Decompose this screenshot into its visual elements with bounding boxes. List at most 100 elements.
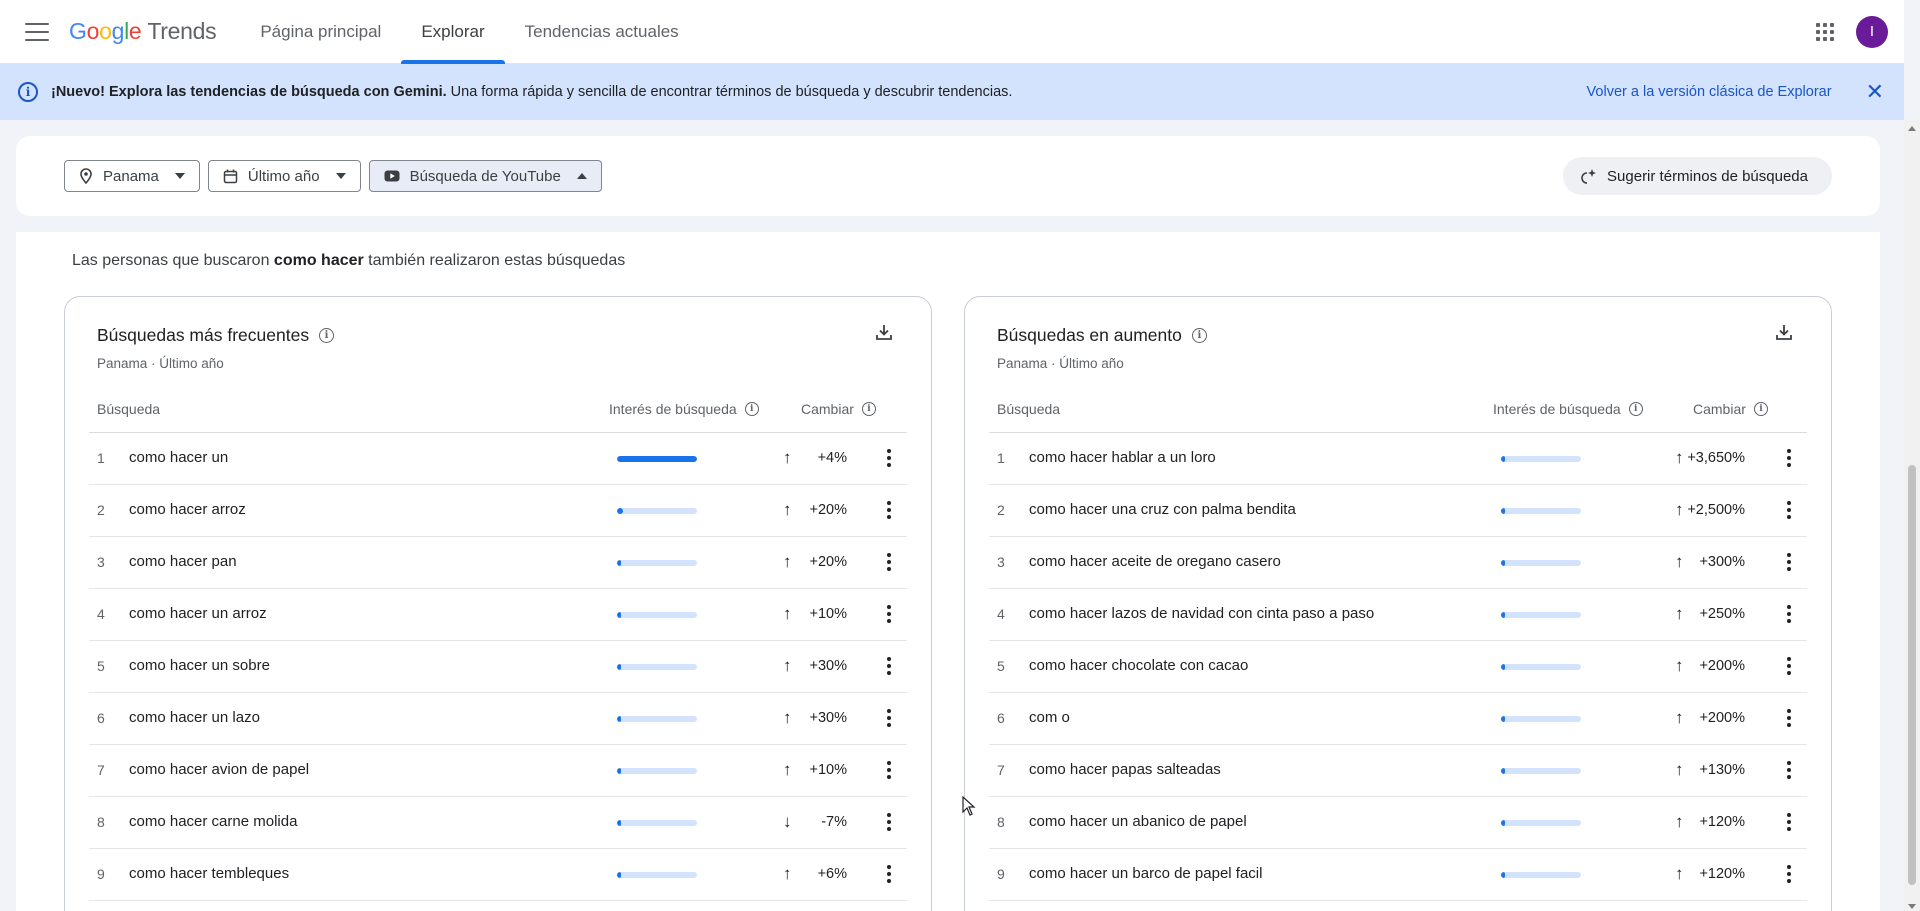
sparkle-icon [1581,168,1597,184]
info-icon[interactable]: i [861,402,876,416]
row-term: como hacer papas salteadas [1029,761,1221,778]
more-vertical-icon[interactable] [1787,709,1791,727]
time-filter[interactable]: Último año [207,160,361,192]
row-change: +20% [809,502,848,518]
row-term: como hacer una cruz con palma bendita [1029,501,1296,518]
more-vertical-icon[interactable] [1787,605,1791,623]
more-vertical-icon[interactable] [1787,501,1791,519]
apps-grid-icon[interactable] [1816,22,1834,41]
more-vertical-icon[interactable] [887,709,891,727]
table-row[interactable]: 7 como hacer papas salteadas ↑ +130% [989,745,1807,797]
download-icon[interactable] [875,323,893,346]
more-vertical-icon[interactable] [887,449,891,467]
table-row[interactable]: 5 como hacer un sobre ↑ +30% [89,641,907,693]
related-queries-note: Las personas que buscaron como hacer tam… [72,252,625,270]
row-term: como hacer lazos de navidad con cinta pa… [1029,605,1375,622]
more-vertical-icon[interactable] [887,553,891,571]
more-vertical-icon[interactable] [887,865,891,883]
table-header: Búsqueda Interés de búsqueda i Cambiar i [989,385,1807,433]
more-vertical-icon[interactable] [1787,865,1791,883]
info-icon[interactable]: i [1753,402,1768,416]
table-row[interactable]: 9 como hacer un barco de papel facil ↑ +120… [989,849,1807,901]
related-queries-section: Las personas que buscaron como hacer tam… [16,232,1880,911]
interest-bar [617,872,697,878]
table-row[interactable]: 9 como hacer tembleques ↑ +6% [89,849,907,901]
filter-bar: Panama Último año Búsqueda de YouTube Su… [16,136,1880,216]
interest-bar [1501,612,1581,618]
location-filter[interactable]: Panama [64,160,200,192]
more-vertical-icon[interactable] [887,501,891,519]
avatar[interactable]: I [1856,15,1888,48]
table-row[interactable]: 5 como hacer chocolate con cacao ↑ +200% [989,641,1807,693]
google-trends-logo[interactable]: Google Trends [69,18,217,45]
table-row[interactable]: 4 como hacer un arroz ↑ +10% [89,589,907,641]
row-term: como hacer un sobre [129,657,270,674]
col-change: Cambiar i [801,401,876,417]
info-icon[interactable]: i [744,402,759,416]
more-vertical-icon[interactable] [887,813,891,831]
property-filter[interactable]: Búsqueda de YouTube [368,160,602,192]
more-vertical-icon[interactable] [1787,553,1791,571]
table-row[interactable]: 1 como hacer un ↑ +4% [89,433,907,485]
related-term: como hacer [273,252,364,269]
row-rank: 7 [97,762,105,778]
close-icon[interactable]: ✕ [1866,81,1884,103]
scroll-up-icon[interactable] [1908,126,1916,131]
related-prefix: Las personas que buscaron [72,252,274,269]
col-change-label: Cambiar [1693,401,1746,417]
row-change: +4% [817,450,847,466]
row-term: como hacer hablar a un loro [1029,449,1216,466]
scroll-down-icon[interactable] [1908,904,1916,909]
table-row[interactable]: 2 como hacer una cruz con palma bendita ↑ +… [989,485,1807,537]
interest-bar [617,664,697,670]
suggest-terms-button[interactable]: Sugerir términos de búsqueda [1563,157,1832,195]
table-row[interactable]: 8 como hacer un abanico de papel ↑ +120% [989,797,1807,849]
row-change: +3,650% [1687,450,1745,466]
table-row[interactable]: 2 como hacer arroz ↑ +20% [89,485,907,537]
info-icon[interactable]: i [1628,402,1643,416]
col-interest: Interés de búsqueda i [1493,401,1643,417]
table-row[interactable]: 6 como hacer un lazo ↑ +30% [89,693,907,745]
more-vertical-icon[interactable] [1787,813,1791,831]
scroll-thumb[interactable] [1908,465,1916,885]
table-header: Búsqueda Interés de búsqueda i Cambiar i [89,385,907,433]
more-vertical-icon[interactable] [1787,449,1791,467]
row-term: como hacer tembleques [129,865,290,882]
menu-icon[interactable] [25,22,49,41]
tab-home[interactable]: Página principal [240,0,401,64]
more-vertical-icon[interactable] [887,761,891,779]
rising-queries-title: Búsquedas en aumento [997,325,1182,345]
row-rank: 9 [97,866,105,882]
interest-bar [617,612,697,618]
banner-body-text: Una forma rápida y sencilla de encontrar… [446,84,1013,100]
more-vertical-icon[interactable] [1787,761,1791,779]
download-icon[interactable] [1775,323,1793,346]
interest-bar [1501,508,1581,514]
card-title: Búsquedas más frecuentes i [97,325,335,346]
table-row[interactable]: 7 como hacer avion de papel ↑ +10% [89,745,907,797]
classic-explore-link[interactable]: Volver a la versión clásica de Explorar [1587,84,1832,100]
interest-bar [1501,716,1581,722]
interest-bar-fill [1501,664,1505,670]
chevron-down-icon [335,173,346,179]
suggest-terms-label: Sugerir términos de búsqueda [1607,167,1808,185]
more-vertical-icon[interactable] [887,605,891,623]
table-row[interactable]: 3 como hacer aceite de oregano casero ↑ +30… [989,537,1807,589]
info-icon[interactable]: i [319,328,335,343]
table-row[interactable]: 8 como hacer carne molida ↓ -7% [89,797,907,849]
tab-trending-now[interactable]: Tendencias actuales [505,0,699,64]
more-vertical-icon[interactable] [1787,657,1791,675]
table-row[interactable]: 4 como hacer lazos de navidad con cinta p… [989,589,1807,641]
row-change: +130% [1699,762,1745,778]
row-change: +250% [1699,606,1745,622]
col-query: Búsqueda [97,401,160,417]
table-row[interactable]: 3 como hacer pan ↑ +20% [89,537,907,589]
info-icon[interactable]: i [1191,328,1207,343]
tab-explore[interactable]: Explorar [401,0,505,64]
logo-suffix: Trends [147,18,217,44]
page-scrollbar[interactable] [1904,120,1920,911]
table-row[interactable]: 6 com o ↑ +200% [989,693,1807,745]
row-rank: 8 [997,814,1005,830]
table-row[interactable]: 1 como hacer hablar a un loro ↑ +3,650% [989,433,1807,485]
more-vertical-icon[interactable] [887,657,891,675]
